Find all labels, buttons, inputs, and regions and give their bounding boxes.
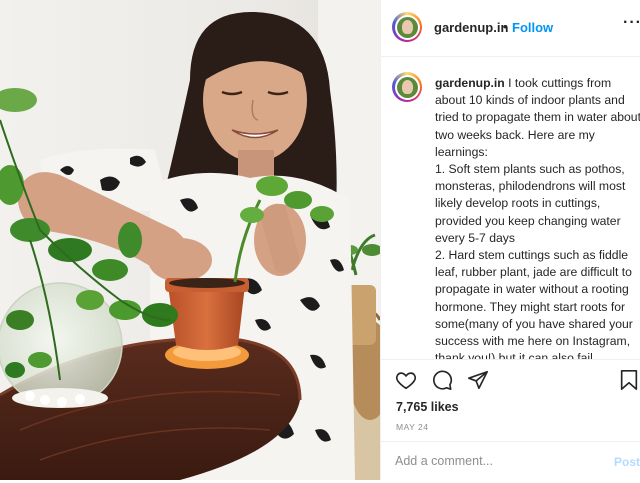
caption-text: gardenup.in I took cuttings from about 1…	[435, 75, 640, 359]
post-photo	[0, 0, 380, 480]
avatar[interactable]	[392, 12, 422, 42]
bookmark-icon[interactable]	[619, 369, 639, 396]
heart-icon[interactable]	[395, 369, 417, 396]
post-header: gardenup.in • Follow ···	[381, 0, 640, 57]
paper-plane-icon[interactable]	[467, 369, 489, 396]
comment-row: Post	[381, 441, 640, 483]
more-options-button[interactable]: ···	[623, 14, 640, 32]
comment-icon[interactable]	[431, 369, 453, 396]
photo-illustration	[0, 0, 380, 480]
caption-avatar[interactable]	[392, 72, 422, 102]
post-comment-button[interactable]: Post	[614, 455, 640, 469]
caption-section: gardenup.in I took cuttings from about 1…	[381, 57, 640, 359]
caption-username-link[interactable]: gardenup.in	[435, 76, 505, 90]
separator-dot: •	[503, 19, 508, 34]
follow-button[interactable]: Follow	[512, 20, 553, 35]
username-link[interactable]: gardenup.in	[434, 20, 508, 35]
post-panel: gardenup.in • Follow ··· gardenup.in I t…	[380, 0, 640, 480]
caption-body: I took cuttings from about 10 kinds of i…	[435, 76, 640, 359]
actions-section: 7,765 likes MAY 24 Post	[381, 359, 640, 482]
likes-count[interactable]: 7,765 likes	[396, 400, 459, 414]
post-date[interactable]: MAY 24	[396, 422, 428, 432]
comment-input[interactable]	[395, 454, 595, 468]
